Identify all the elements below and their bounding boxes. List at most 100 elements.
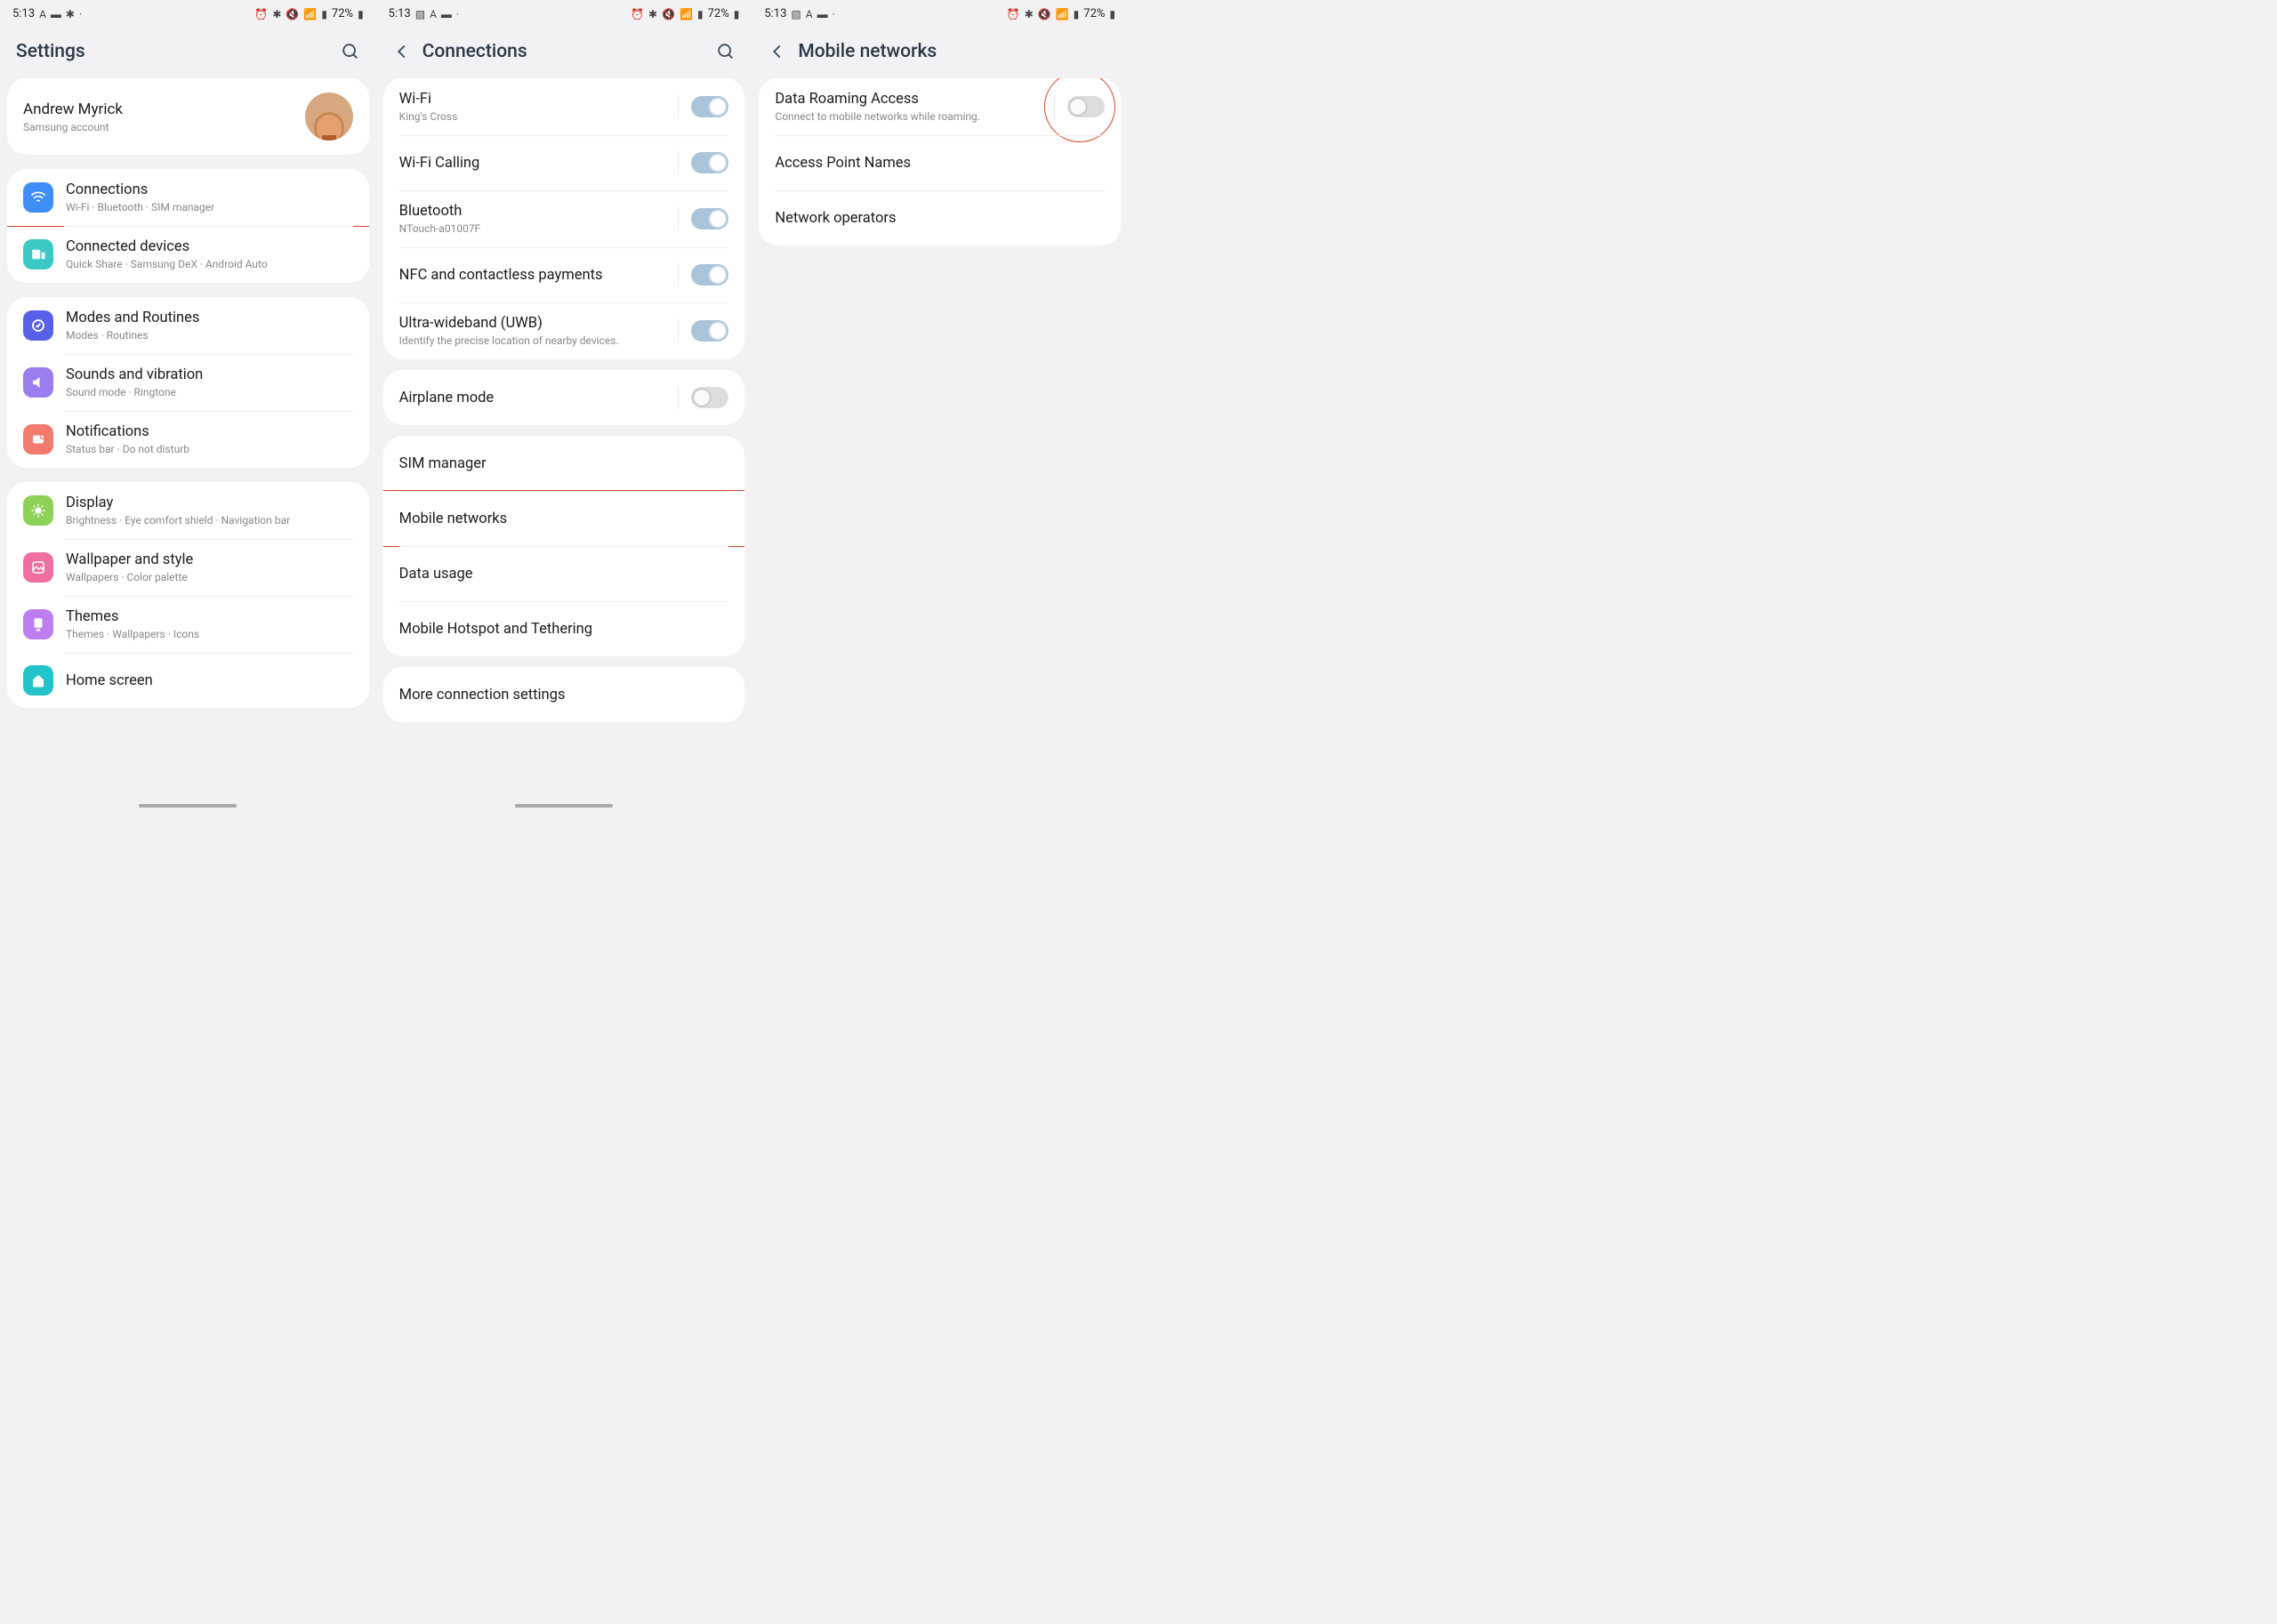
- theme-icon: [23, 609, 53, 639]
- row-subtitle: Themes · Wallpapers · Icons: [66, 628, 353, 640]
- nav-a-icon: A: [430, 8, 437, 20]
- row-title: Wallpaper and style: [66, 551, 353, 568]
- clock: 5:13: [389, 7, 411, 20]
- list-item[interactable]: Data usage: [383, 546, 745, 601]
- row-title: Themes: [66, 608, 353, 625]
- list-item[interactable]: Access Point Names: [759, 135, 1121, 190]
- list-item[interactable]: Mobile networks: [383, 491, 745, 546]
- more-notif-icon: ·: [833, 8, 835, 20]
- row-title: Sounds and vibration: [66, 366, 353, 383]
- row-title: Network operators: [775, 210, 1105, 227]
- vpn-icon: ▬: [817, 8, 828, 20]
- list-item[interactable]: Airplane mode: [383, 370, 745, 425]
- home-indicator[interactable]: [515, 804, 613, 808]
- signal-icon: ▮: [697, 8, 704, 20]
- list-item[interactable]: SIM manager: [383, 436, 745, 491]
- sound-icon: [23, 367, 53, 398]
- battery-icon: ▮: [734, 8, 740, 20]
- connections-group-4: More connection settings: [383, 667, 745, 722]
- nav-a-icon: A: [39, 8, 46, 20]
- list-item[interactable]: ConnectionsWi-Fi · Bluetooth · SIM manag…: [7, 169, 369, 226]
- modes-icon: [23, 310, 53, 341]
- back-button[interactable]: [768, 42, 787, 61]
- list-item[interactable]: Sounds and vibration Sound mode · Rington…: [7, 354, 369, 411]
- clock: 5:13: [764, 7, 786, 20]
- list-item[interactable]: BluetoothNTouch-a01007F: [383, 190, 745, 247]
- avatar[interactable]: [305, 92, 353, 141]
- toggle-switch[interactable]: [691, 152, 728, 173]
- mute-icon: 🔇: [286, 8, 299, 20]
- list-item[interactable]: Mobile Hotspot and Tethering: [383, 601, 745, 656]
- list-item[interactable]: Modes and RoutinesModes · Routines: [7, 297, 369, 354]
- profile-name: Andrew Myrick: [23, 100, 305, 118]
- home-indicator[interactable]: [139, 804, 237, 808]
- nav-a-icon: A: [806, 8, 813, 20]
- toggle-switch[interactable]: [691, 96, 728, 117]
- row-title: Connected devices: [66, 238, 353, 255]
- connections-group-3: SIM manager Mobile networks Data usage Mobi…: [383, 436, 745, 656]
- row-title: Connections: [66, 181, 353, 198]
- list-item[interactable]: More connection settings: [383, 667, 745, 722]
- list-item[interactable]: Ultra-wideband (UWB)Identify the precise…: [383, 302, 745, 359]
- row-title: Modes and Routines: [66, 310, 353, 326]
- row-subtitle: King's Cross: [399, 110, 672, 123]
- home-icon: [23, 665, 53, 695]
- list-item[interactable]: Themes Themes · Wallpapers · Icons: [7, 596, 369, 653]
- bluetooth-icon: ✱: [648, 8, 657, 20]
- list-item[interactable]: DisplayBrightness · Eye comfort shield ·…: [7, 482, 369, 539]
- row-title: Data Roaming Access: [775, 91, 1047, 108]
- list-item[interactable]: Connected devicesQuick Share · Samsung D…: [7, 226, 369, 283]
- status-bar: 5:13 A ▬ ✱ · ⏰ ✱ 🔇 📶 ▮ 72% ▮: [0, 0, 376, 25]
- list-item[interactable]: Wallpaper and styleWallpapers · Color pa…: [7, 539, 369, 596]
- cdev-icon: [23, 239, 53, 269]
- wifi-icon: 📶: [1056, 8, 1069, 20]
- toggle-switch[interactable]: [1067, 96, 1105, 117]
- toggle-switch[interactable]: [691, 387, 728, 408]
- profile-sub: Samsung account: [23, 121, 305, 133]
- list-item[interactable]: Home screen: [7, 653, 369, 708]
- row-title: Home screen: [66, 672, 353, 689]
- header: Mobile networks: [752, 25, 1128, 78]
- toggle-switch[interactable]: [691, 320, 728, 342]
- alarm-icon: ⏰: [254, 8, 268, 20]
- settings-group: DisplayBrightness · Eye comfort shield ·…: [7, 482, 369, 708]
- search-button[interactable]: [341, 42, 360, 61]
- row-title: Airplane mode: [399, 390, 672, 406]
- profile-card[interactable]: Andrew Myrick Samsung account: [7, 78, 369, 155]
- list-item[interactable]: NFC and contactless payments: [383, 247, 745, 302]
- status-bar: 5:13 ▧ A ▬ · ⏰ ✱ 🔇 📶 ▮ 72% ▮: [376, 0, 752, 25]
- row-title: SIM manager: [399, 455, 729, 472]
- mobile-networks-group: Data Roaming Access Connect to mobile net…: [759, 78, 1121, 245]
- alarm-icon: ⏰: [1007, 8, 1020, 20]
- list-item[interactable]: Data Roaming Access Connect to mobile net…: [759, 78, 1121, 135]
- row-subtitle: Brightness · Eye comfort shield · Naviga…: [66, 514, 353, 527]
- slack-icon: ✱: [66, 8, 75, 20]
- row-title: NFC and contactless payments: [399, 267, 672, 284]
- row-subtitle: Sound mode · Ringtone: [66, 386, 353, 398]
- connections-group-2: Airplane mode: [383, 370, 745, 425]
- search-button[interactable]: [716, 42, 736, 61]
- row-title: Ultra-wideband (UWB): [399, 315, 672, 332]
- row-title: Data usage: [399, 566, 729, 583]
- list-item[interactable]: Network operators: [759, 190, 1121, 245]
- battery-pct: 72%: [1083, 7, 1105, 20]
- toggle-switch[interactable]: [691, 264, 728, 285]
- more-notif-icon: ·: [456, 8, 459, 20]
- battery-pct: 72%: [708, 7, 729, 20]
- row-subtitle: Connect to mobile networks while roaming…: [775, 110, 1047, 123]
- vpn-icon: ▬: [51, 8, 61, 20]
- page-title: Connections: [422, 41, 706, 62]
- back-button[interactable]: [392, 42, 412, 61]
- wifi-icon: 📶: [303, 8, 317, 20]
- clock: 5:13: [12, 7, 35, 20]
- list-item[interactable]: Wi-FiKing's Cross: [383, 78, 745, 135]
- mute-icon: 🔇: [662, 8, 675, 20]
- alarm-icon: ⏰: [631, 8, 644, 20]
- header: Connections: [376, 25, 752, 78]
- list-item[interactable]: Wi-Fi Calling: [383, 135, 745, 190]
- list-item[interactable]: NotificationsStatus bar · Do not disturb: [7, 411, 369, 468]
- header: Settings: [0, 25, 376, 78]
- toggle-switch[interactable]: [691, 208, 728, 229]
- wall-icon: [23, 552, 53, 583]
- settings-group: ConnectionsWi-Fi · Bluetooth · SIM manag…: [7, 169, 369, 283]
